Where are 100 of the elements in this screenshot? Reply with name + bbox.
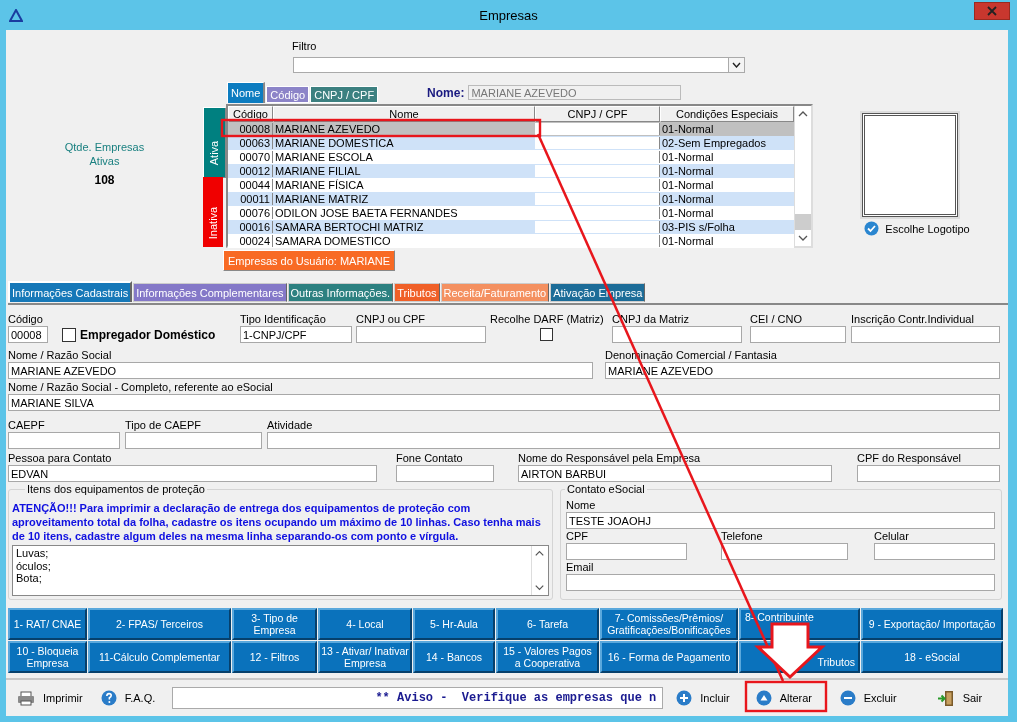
input-field[interactable] [566,543,687,560]
column-header[interactable]: Condições Especiais [660,106,794,122]
field-label: Telefone [721,530,764,543]
status-tab[interactable]: Ativa [203,107,225,177]
checkbox[interactable] [540,328,553,341]
search-tab[interactable]: CNPJ / CPF [310,86,379,103]
help-icon [100,690,117,706]
function-button[interactable]: 12 - Filtros [232,641,317,673]
function-button[interactable]: 9 - Exportação/ Importação [861,608,1003,640]
function-button[interactable]: 18 - eSocial [861,641,1003,673]
form-tab[interactable]: Outras Informações. [287,283,394,302]
checkbox[interactable] [62,327,76,342]
function-button[interactable]: 3- Tipo de Empresa [232,608,317,640]
table-cell-text: SAMARA BERTOCHI MATRIZ [274,221,425,233]
panel-title: Contato eSocial [565,483,647,496]
table-cell-text: MARIANE FÍSICA [274,179,365,191]
function-button[interactable]: 5- Hr-Aula [413,608,495,640]
checkbox-option[interactable]: Empregador Doméstico [62,326,222,343]
input-field[interactable] [267,432,1000,449]
function-button[interactable]: 4- Local [318,608,412,640]
window-title: Empresas [478,7,539,23]
function-button[interactable]: 13 - Ativar/ Inativar Empresa [318,641,412,673]
field-label: CNPJ ou CPF [356,313,427,326]
field-label: Tipo de CAEPF [125,419,202,432]
table-row[interactable]: 00011 MARIANE MATRIZ 01-Normal [228,192,794,206]
exit-door-icon [936,689,955,707]
table-cell-text: MARIANE FILIAL [274,165,362,177]
table-cell-text: MARIANE ESCOLA [274,151,374,163]
close-button[interactable] [974,2,1010,20]
form-tab[interactable]: Informações Complementares [133,283,287,302]
search-tab[interactable]: Nome [227,82,266,103]
toolbar-button[interactable]: Alterar [750,685,829,711]
column-header[interactable]: Nome [273,106,535,122]
items-text-area[interactable]: Luvas; óculos; Bota; [12,545,549,596]
search-label: Nome: [427,86,465,100]
table-cell-text: 01-Normal [661,235,715,247]
input-field[interactable] [874,543,995,560]
function-button[interactable]: 11-Cálculo Complementar [88,641,231,673]
scroll-thumb[interactable] [795,214,811,230]
input-field[interactable] [396,465,494,482]
input-field[interactable]: 1-CNPJ/CPF [240,326,352,343]
field-label: Pessoa para Contato [8,452,113,465]
triangle-icon [9,8,23,22]
filter-dropdown[interactable] [293,57,745,73]
input-field[interactable]: MARIANE SILVA [8,394,1000,411]
input-field[interactable] [750,326,846,343]
function-button[interactable]: 2- FPAS/ Terceiros [88,608,231,640]
toolbar-button[interactable]: Incluir [671,685,735,711]
input-field[interactable]: MARIANE AZEVEDO [8,362,593,379]
column-header[interactable]: CNPJ / CPF [535,106,660,122]
field-label: CPF [566,530,589,543]
function-button[interactable]: 6- Tarefa [496,608,599,640]
function-button[interactable]: 7- Comissões/Prêmios/ Gratificações/Bonificações [600,608,738,640]
input-field[interactable] [857,465,1000,482]
status-tab[interactable]: Inativa [203,177,223,247]
input-field[interactable] [721,543,848,560]
input-field[interactable]: AIRTON BARBUI [518,465,832,482]
input-field[interactable] [612,326,742,343]
table-cell-text: MARIANE DOMESTICA [274,137,395,149]
input-field[interactable]: 00008 [8,326,48,343]
input-field[interactable]: TESTE JOAOHJ [566,512,995,529]
input-field[interactable] [566,574,995,591]
notice-text: ** Aviso - Verifique as empresas que n [375,691,658,705]
field-label: Inscrição Contr.Individual [851,313,975,326]
item-line: óculos; [16,559,52,572]
check-icon [864,221,880,236]
toolbar-button[interactable]: Sair [931,685,988,711]
table-row[interactable]: 00024 SAMARA DOMESTICO 01-Normal [228,234,794,248]
function-button[interactable]: 16 - Forma de Pagamento [600,641,738,673]
function-button[interactable]: 15 - Valores Pagos a Cooperativa [496,641,599,673]
table-cell: 00016 [228,221,273,233]
table-cell-text: 01-Normal [661,179,715,191]
choose-logo-button[interactable]: Escolhe Logotipo [864,221,970,236]
table-row[interactable]: 00063 MARIANE DOMESTICA 02-Sem Empregados [228,136,794,150]
scrollbar[interactable] [794,106,811,246]
panel-title: Itens dos equipamentos de proteção [25,483,207,496]
function-button[interactable]: 14 - Bancos [413,641,495,673]
toolbar-button[interactable]: Excluir [834,685,902,711]
input-field[interactable] [356,326,486,343]
input-field[interactable] [851,326,1000,343]
table-row[interactable]: 00008 MARIANE AZEVEDO 01-Normal [228,122,794,136]
function-button[interactable]: 1- RAT/ CNAE [8,608,87,640]
table-row[interactable]: 00016 SAMARA BERTOCHI MATRIZ 03-PIS s/Folha [228,220,794,234]
input-field[interactable] [8,432,120,449]
table-row[interactable]: 00012 MARIANE FILIAL 01-Normal [228,164,794,178]
form-tab[interactable]: Informações Cadastrais [8,281,133,302]
toolbar-button[interactable]: F.A.Q. [95,685,161,711]
warning-text: ATENÇÃO!!! Para imprimir a declaração de entrega dos equipamentos de proteção com aproveitamento total da folha, cadastre os itens ocupando um máximo de 10 linhas. Caso tenha mais de 10 itens, cadastre algum deles na mesma linha separando-os com ponto e vírgula. [12,501,542,543]
table-cell: 00012 [228,165,273,177]
column-header[interactable]: Código [228,106,273,122]
input-field[interactable]: EDVAN [8,465,377,482]
table-cell-text: 01-Normal [661,123,715,135]
toolbar-button[interactable]: Imprimir [12,685,88,711]
add-icon [676,690,693,706]
table-cell-text: 01-Normal [661,151,715,163]
logo-frame[interactable] [862,113,958,217]
input-field[interactable] [125,432,262,449]
function-button[interactable]: 10 - Bloqueia Empresa [8,641,87,673]
table-cell: 00070 [228,151,273,163]
close-icon [987,6,997,16]
